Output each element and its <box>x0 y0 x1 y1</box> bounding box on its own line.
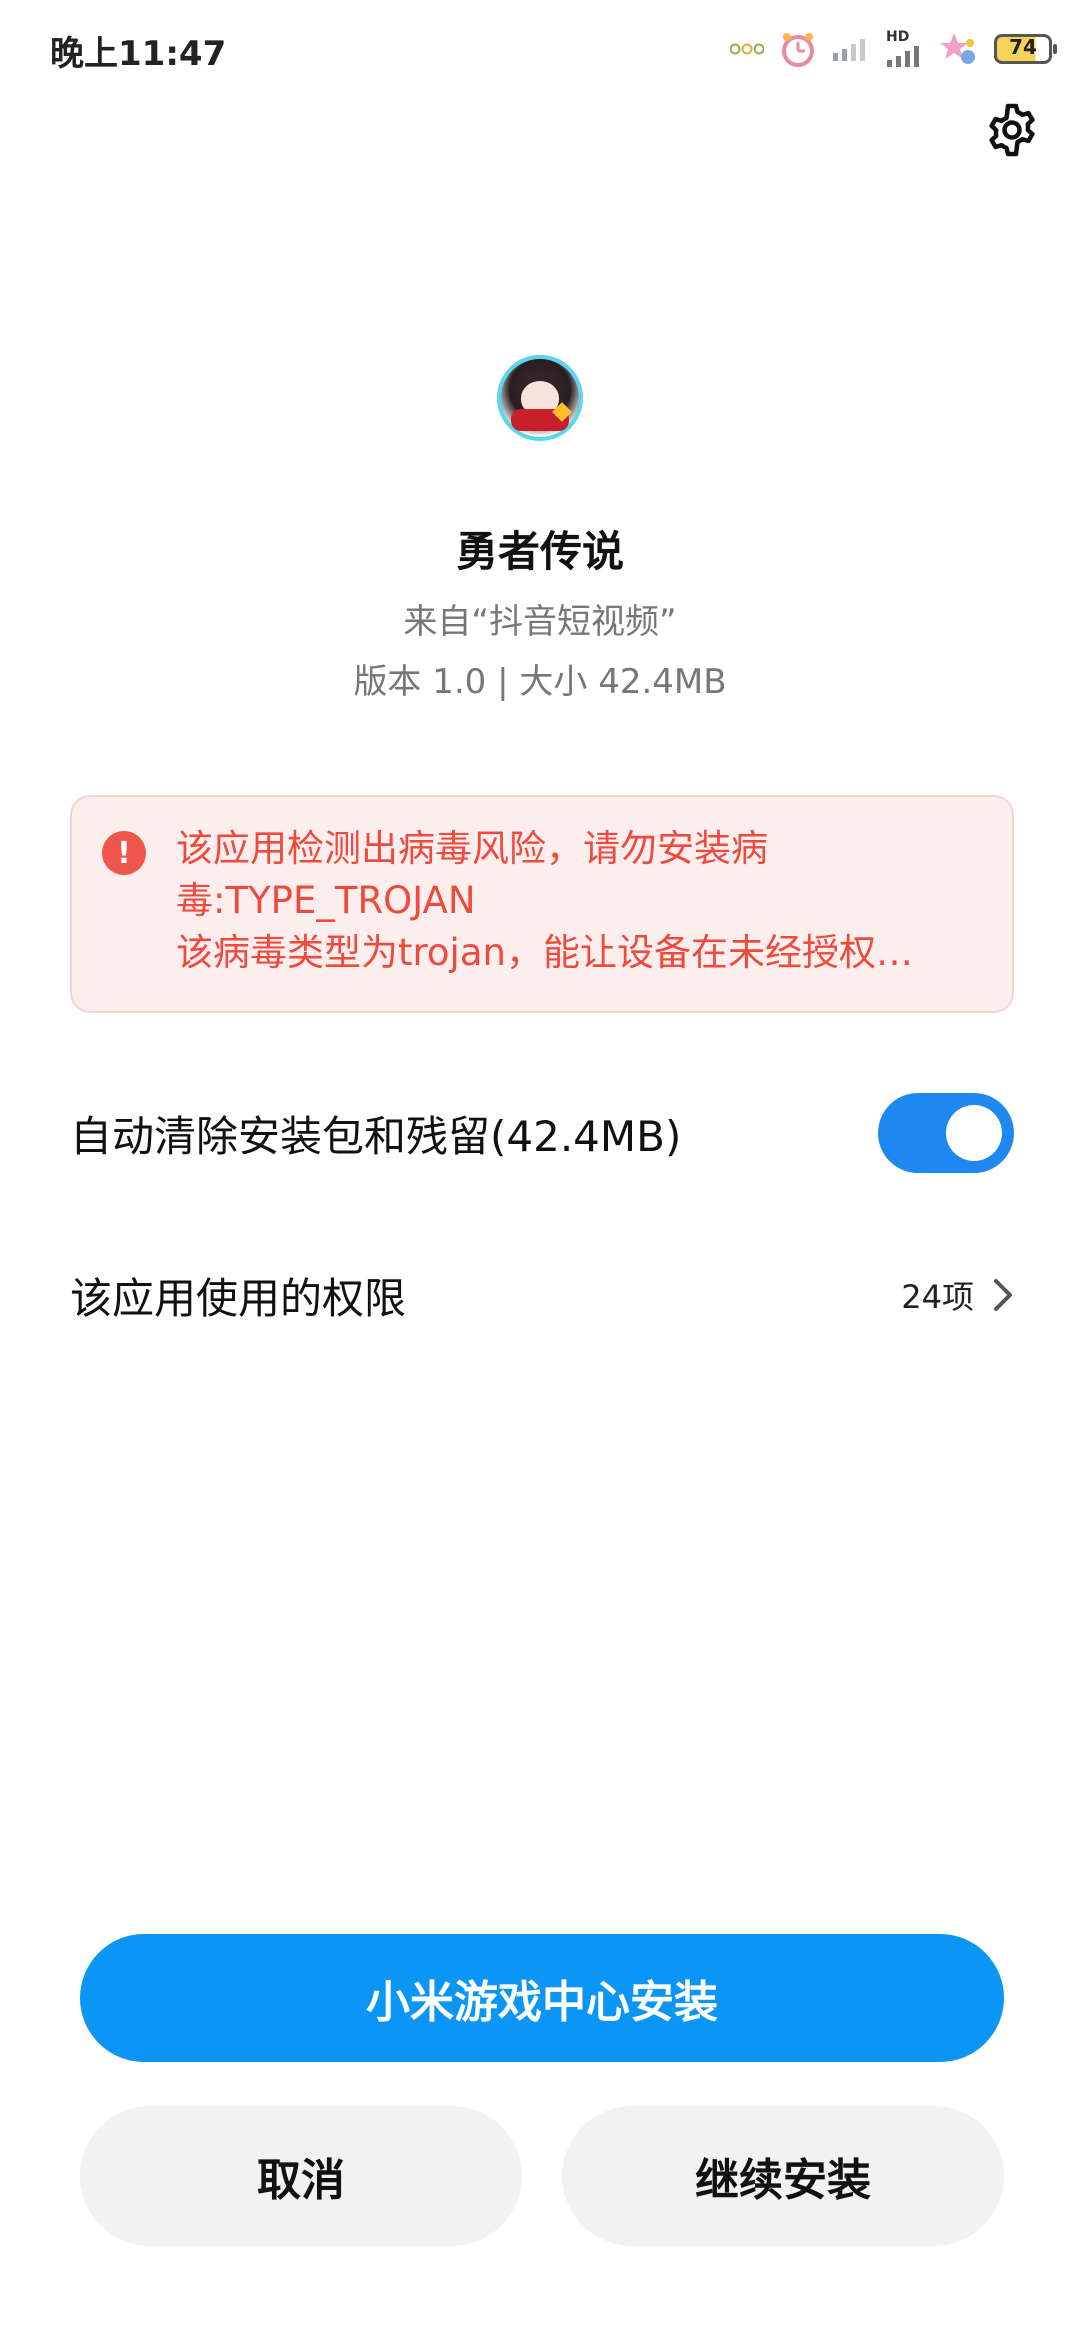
install-screen: 晚上11:47 HD 74 勇者传说 来自“抖音短视频” 版本 1.0 | 大小… <box>0 0 1080 2340</box>
cancel-button[interactable]: 取消 <box>80 2106 522 2246</box>
warning-line-3: 该病毒类型为trojan，能让设备在未经授权… <box>176 931 913 974</box>
hd-signal-icon: HD <box>886 30 926 68</box>
hd-label: HD <box>886 29 910 45</box>
app-version-size: 版本 1.0 | 大小 42.4MB <box>353 662 727 702</box>
app-icon <box>497 355 583 441</box>
status-icons: HD 74 <box>730 24 1057 74</box>
alarm-icon <box>778 29 818 69</box>
alert-icon: ! <box>102 831 146 875</box>
toggle-knob <box>946 1105 1002 1161</box>
game-center-install-button[interactable]: 小米游戏中心安装 <box>80 1934 1004 2062</box>
permissions-count: 24项 <box>901 1278 974 1316</box>
settings-button[interactable] <box>982 100 1042 160</box>
auto-clean-row: 自动清除安装包和残留(42.4MB) <box>70 1093 1014 1173</box>
permissions-label: 该应用使用的权限 <box>70 1273 407 1323</box>
battery-level: 74 <box>1009 35 1037 59</box>
warning-line-1: 该应用检测出病毒风险，请勿安装病 <box>176 827 768 870</box>
signal-icon <box>832 35 872 63</box>
chevron-right-icon <box>994 1279 1012 1311</box>
gear-icon <box>989 103 1035 157</box>
permissions-row[interactable]: 该应用使用的权限 24项 <box>70 1255 1014 1335</box>
auto-clean-toggle[interactable] <box>878 1093 1014 1173</box>
notification-dots-icon <box>730 43 764 55</box>
battery-icon: 74 <box>994 34 1057 64</box>
app-notification-icon <box>940 29 980 69</box>
virus-warning-card[interactable]: ! 该应用检测出病毒风险，请勿安装病 毒:TYPE_TROJAN 该病毒类型为t… <box>70 795 1014 1013</box>
status-time: 晚上11:47 <box>50 34 227 74</box>
warning-text: 该应用检测出病毒风险，请勿安装病 毒:TYPE_TROJAN 该病毒类型为tro… <box>176 823 976 979</box>
auto-clean-label: 自动清除安装包和残留(42.4MB) <box>70 1111 682 1161</box>
warning-line-2: 毒:TYPE_TROJAN <box>176 879 476 922</box>
app-name: 勇者传说 <box>455 527 624 576</box>
permissions-right: 24项 <box>901 1272 1014 1318</box>
continue-install-button[interactable]: 继续安装 <box>562 2106 1004 2246</box>
app-source: 来自“抖音短视频” <box>403 602 677 642</box>
